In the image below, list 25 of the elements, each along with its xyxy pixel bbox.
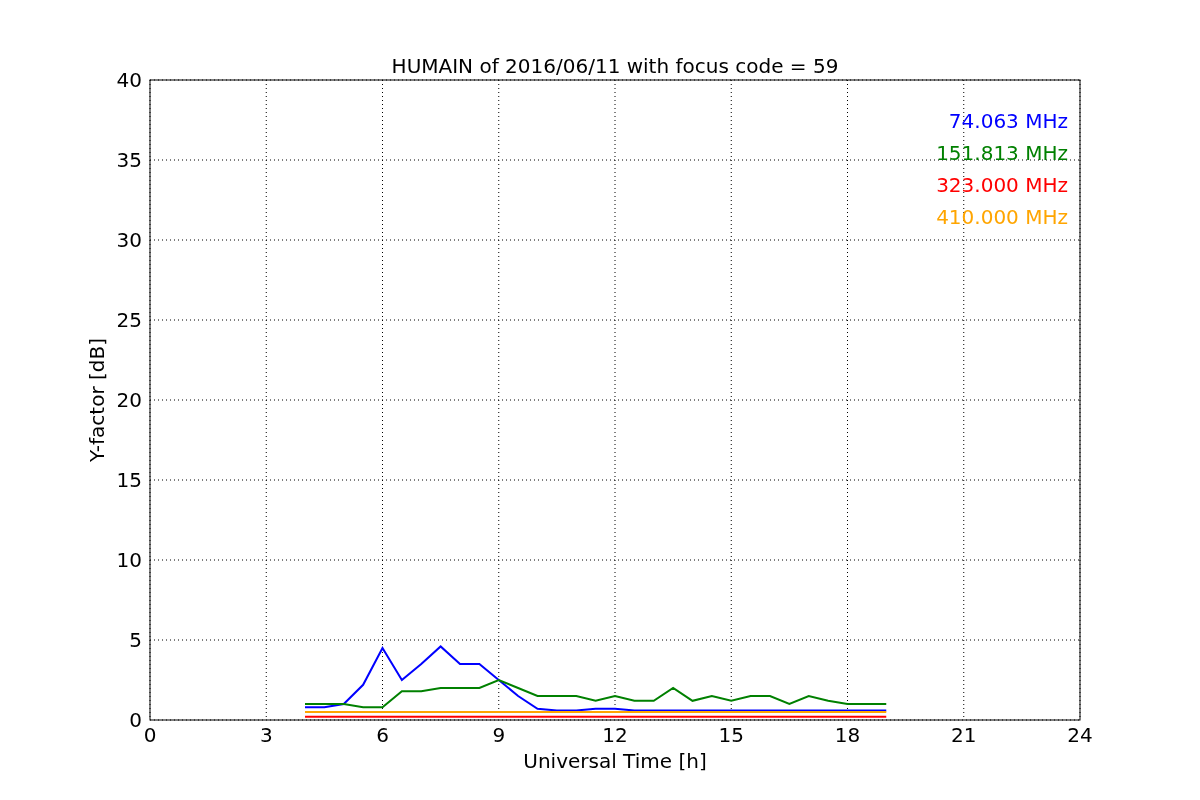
axis-tick-label: 10 — [116, 548, 142, 572]
x-axis-label: Universal Time [h] — [523, 749, 707, 773]
axis-tick-label: 20 — [116, 388, 142, 412]
axis-tick-label: 0 — [129, 708, 142, 732]
axis-tick-label: 25 — [116, 308, 142, 332]
y-axis-label: Y-factor [dB] — [85, 338, 109, 462]
axis-tick-label: 3 — [259, 723, 273, 747]
axis-tick-label: 30 — [116, 228, 142, 252]
chart-title: HUMAIN of 2016/06/11 with focus code = 59 — [391, 54, 839, 78]
axis-tick-label: 12 — [602, 723, 628, 747]
axis-tick-label: 40 — [116, 68, 142, 92]
axis-tick-label: 15 — [718, 723, 744, 747]
legend-label: 151.813 MHz — [936, 141, 1068, 165]
axis-tick-label: 21 — [951, 723, 977, 747]
axis-tick-label: 9 — [492, 723, 506, 747]
legend-label: 410.000 MHz — [936, 205, 1068, 229]
axis-tick-label: 15 — [116, 468, 142, 492]
axis-tick-label: 18 — [834, 723, 861, 747]
axis-tick-label: 5 — [129, 628, 142, 652]
axis-tick-label: 6 — [376, 723, 389, 747]
axis-tick-label: 35 — [116, 148, 142, 172]
legend-label: 323.000 MHz — [936, 173, 1068, 197]
axis-tick-label: 0 — [143, 723, 157, 747]
legend-label: 74.063 MHz — [948, 109, 1068, 133]
axis-tick-label: 24 — [1067, 723, 1093, 747]
